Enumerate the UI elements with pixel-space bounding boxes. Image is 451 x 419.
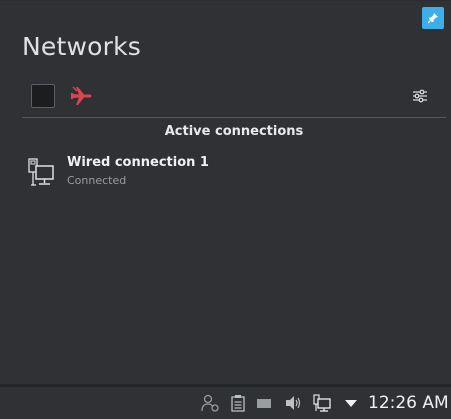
volume-icon[interactable] — [284, 394, 302, 412]
active-connections-heading: Active connections — [164, 124, 304, 139]
configure-button[interactable] — [411, 87, 429, 105]
expand-tray-arrow-icon[interactable] — [342, 394, 360, 412]
network-wired-icon[interactable] — [313, 394, 331, 412]
toolbar — [22, 83, 434, 109]
divider — [22, 117, 446, 118]
popup-title: Networks — [22, 32, 142, 61]
pin-button[interactable] — [422, 7, 444, 29]
user-switch-icon[interactable] — [201, 394, 219, 412]
pin-icon — [427, 13, 438, 24]
airplane-mode-button[interactable] — [69, 84, 95, 108]
airplane-mode-icon — [71, 86, 92, 105]
wired-network-icon — [28, 158, 54, 186]
connection-status: Connected — [67, 174, 127, 187]
connection-name: Wired connection 1 — [67, 155, 209, 170]
wireless-toggle-checkbox[interactable] — [31, 84, 55, 108]
taskbar: 12:26 AM — [0, 387, 451, 419]
clock[interactable]: 12:26 AM — [368, 393, 449, 413]
clipboard-icon[interactable] — [229, 394, 247, 412]
configure-icon — [413, 89, 427, 103]
battery-icon[interactable] — [256, 394, 274, 412]
connection-item[interactable]: Wired connection 1 Connected — [22, 151, 446, 193]
networks-popup: Networks Active connections Wired connec… — [0, 0, 451, 384]
